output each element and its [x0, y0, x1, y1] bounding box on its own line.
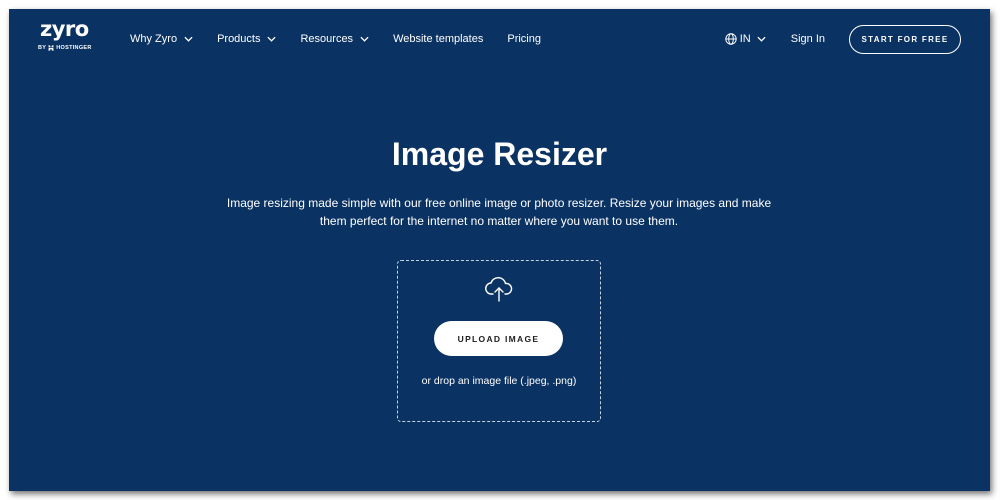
page-frame: zyro BY HOSTINGER Why Zyro Products Reso… — [9, 9, 990, 491]
nav-pricing-label: Pricing — [507, 33, 541, 45]
nav-products[interactable]: Products — [217, 33, 277, 45]
page-title: Image Resizer — [391, 136, 608, 172]
nav-pricing[interactable]: Pricing — [507, 33, 541, 45]
nav-products-label: Products — [217, 33, 261, 45]
main-nav: Why Zyro Products Resources Website temp… — [130, 9, 565, 69]
sign-in-link[interactable]: Sign In — [791, 33, 825, 45]
nav-resources[interactable]: Resources — [300, 33, 369, 45]
language-label: IN — [739, 33, 751, 45]
nav-website-templates-label: Website templates — [393, 33, 484, 45]
upload-dropzone[interactable]: UPLOAD IMAGE or drop an image file (.jpe… — [397, 260, 601, 422]
chevron-down-icon — [267, 36, 277, 42]
nav-why-zyro[interactable]: Why Zyro — [130, 33, 193, 45]
nav-why-zyro-label: Why Zyro — [130, 33, 178, 45]
site-header: zyro BY HOSTINGER Why Zyro Products Reso… — [9, 9, 990, 69]
cloud-upload-icon — [485, 276, 513, 302]
logo-byline-brand: HOSTINGER — [56, 45, 92, 51]
page-description: Image resizing made simple with our free… — [226, 196, 772, 228]
logo-byline: BY HOSTINGER — [38, 45, 92, 51]
hostinger-icon — [48, 45, 54, 51]
upload-image-button[interactable]: UPLOAD IMAGE — [434, 321, 563, 356]
logo-wordmark: zyro — [40, 17, 89, 41]
nav-resources-label: Resources — [300, 33, 354, 45]
language-selector[interactable]: IN — [725, 33, 766, 45]
nav-website-templates[interactable]: Website templates — [393, 33, 483, 45]
logo-byline-by: BY — [38, 45, 47, 51]
chevron-down-icon — [757, 36, 766, 42]
chevron-down-icon — [184, 36, 193, 42]
header-actions: IN Sign In START FOR FREE — [725, 9, 961, 69]
chevron-down-icon — [360, 36, 369, 42]
start-for-free-button[interactable]: START FOR FREE — [849, 24, 961, 54]
zyro-logo[interactable]: zyro BY HOSTINGER — [38, 17, 98, 57]
globe-icon — [725, 33, 737, 45]
upload-hint-text: or drop an image file (.jpeg, .png) — [421, 375, 577, 387]
